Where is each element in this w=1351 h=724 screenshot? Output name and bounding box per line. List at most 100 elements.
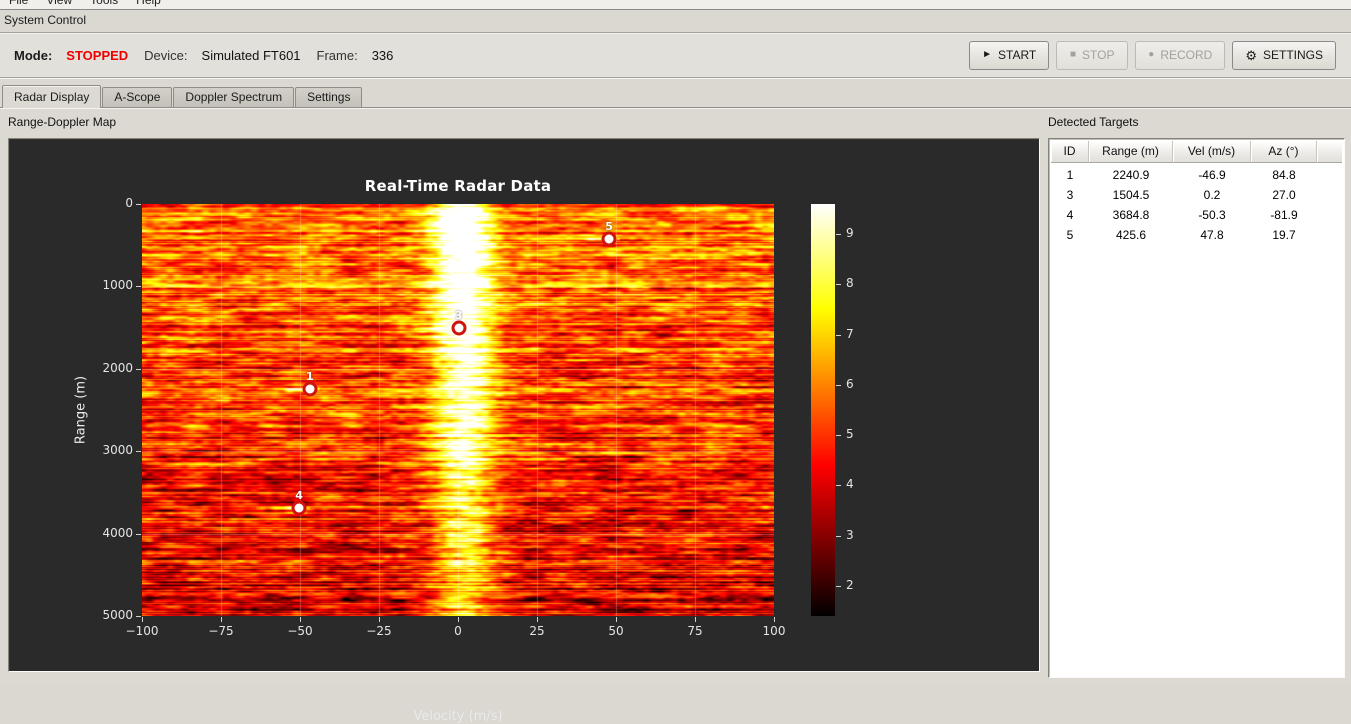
x-axis-label: Velocity (m/s) [413,709,503,724]
y-tick-label: 2000 [102,360,133,375]
tab-bar: Radar Display A-Scope Doppler Spectrum Sett… [0,85,1351,108]
tab-a-scope[interactable]: A-Scope [102,87,173,107]
menu-bar: File View Tools Help [0,0,1351,10]
x-tick-mark [616,617,617,622]
target-id-label: 1 [305,369,314,383]
colorbar-tick-mark [836,284,841,286]
tab-radar-display[interactable]: Radar Display [2,85,102,108]
y-tick-mark [136,204,141,205]
x-tick-label: 75 [687,624,703,638]
range-doppler-heatmap [142,204,774,616]
y-tick-label: 1000 [102,278,133,293]
settings-button[interactable]: ⚙ SETTINGS [1232,40,1336,70]
target-id-label: 4 [295,488,303,502]
menu-view[interactable]: View [37,0,81,9]
tab-settings[interactable]: Settings [295,87,363,107]
x-tick-label: −100 [125,624,159,638]
x-tick-label: −50 [287,624,313,638]
y-tick-mark [136,533,141,535]
colorbar-tick-mark [836,535,841,537]
frame-label: Frame: [316,47,358,63]
table-cell: -50.3 [1198,208,1226,222]
gear-icon: ⚙ [1245,47,1257,63]
y-tick-mark [136,368,141,370]
colorbar-tick-mark [836,435,841,437]
x-tick-mark [774,617,775,622]
button-label: STOP [1082,48,1115,62]
table-row[interactable]: 5 425.6 47.8 19.7 [1051,225,1342,245]
tab-doppler-spectrum[interactable]: Doppler Spectrum [173,87,295,107]
x-tick-mark [695,617,696,622]
table-row[interactable]: 3 1504.5 0.2 27.0 [1051,185,1342,205]
colorbar-tick-label: 5 [846,427,854,442]
colorbar-tick-label: 8 [846,276,854,291]
table-cell: 3684.8 [1112,208,1150,222]
menu-tools[interactable]: Tools [81,0,127,9]
x-tick-mark [537,617,538,622]
colorbar-tick-mark [836,384,841,386]
y-tick-mark [136,616,141,617]
y-tick-mark [136,286,141,288]
colorbar [811,204,835,616]
start-button[interactable]: ► START [969,40,1050,70]
stop-icon: ■ [1070,49,1077,60]
column-header-range-m[interactable]: Range (m) [1089,141,1173,163]
mode-value: STOPPED [66,47,129,63]
table-cell: 425.6 [1115,228,1147,242]
stop-button[interactable]: ■ STOP [1056,40,1129,70]
system-control-header: System Control [0,10,1351,32]
table-row[interactable]: 1 2240.9 -46.9 84.8 [1051,165,1342,185]
x-tick-label: −75 [208,624,234,638]
table-cell: 1 [1066,168,1074,182]
colorbar-tick-label: 3 [846,527,854,542]
table-row[interactable]: 4 3684.8 -50.3 -81.9 [1051,205,1342,225]
x-tick-label: 25 [529,624,545,638]
table-cell: 2240.9 [1112,168,1150,182]
status-readout: Mode: STOPPED Device: Simulated FT601 Fr… [0,48,393,63]
system-control-title: System Control [4,13,87,27]
button-label: RECORD [1160,48,1213,62]
table-cell: -81.9 [1270,208,1298,222]
button-label: START [998,48,1037,62]
column-header-id[interactable]: ID [1051,141,1089,163]
menu-help[interactable]: Help [127,0,170,9]
column-header-az[interactable]: Az (°) [1251,141,1317,163]
x-tick-label: 0 [454,624,462,638]
range-doppler-plot-panel: Real-Time Radar Data Velocity (m/s) Rang… [8,138,1040,724]
table-cell: 84.8 [1272,168,1296,182]
device-value: Simulated FT601 [201,47,301,63]
colorbar-tick-mark [836,234,841,236]
table-header-row: ID Range (m) Vel (m/s) Az (°) [1051,141,1342,163]
target-dot [601,231,617,247]
column-header-filler [1317,141,1342,163]
table-cell: 0.2 [1203,188,1221,202]
colorbar-tick-mark [836,334,841,336]
column-header-vel-m-s[interactable]: Vel (m/s) [1173,141,1251,163]
detected-targets-title: Detected Targets [1048,115,1139,129]
x-tick-mark [221,617,222,622]
colorbar-tick-mark [836,485,841,487]
record-button[interactable]: ● RECORD [1135,40,1226,70]
colorbar-tick-label: 4 [846,477,854,492]
x-tick-label: −25 [366,624,392,638]
system-control-box: Mode: STOPPED Device: Simulated FT601 Fr… [0,32,1351,78]
radar-figure: Real-Time Radar Data Velocity (m/s) Rang… [9,139,1039,724]
x-tick-label: 50 [608,624,624,638]
colorbar-tick-label: 7 [846,326,854,341]
plot-title: Real-Time Radar Data [364,177,552,195]
table-cell: 27.0 [1272,188,1296,202]
x-tick-mark [458,617,459,622]
table-cell: -46.9 [1198,168,1226,182]
record-icon: ● [1148,49,1155,60]
target-id-label: 3 [454,308,463,322]
range-doppler-map-title: Range-Doppler Map [8,115,117,129]
y-tick-label: 0 [125,196,133,210]
table-cell: 19.7 [1272,228,1296,242]
target-id-label: 5 [605,220,613,234]
table-cell: 5 [1066,228,1074,242]
table-cell: 1504.5 [1112,188,1150,202]
control-button-bar: ► START ■ STOP ● RECORD ⚙ SETTINGS [969,40,1336,70]
radar-display-pane: Range-Doppler Map Detected Targets Real-… [0,108,1351,724]
table-cell: 3 [1066,188,1074,202]
menu-file[interactable]: File [0,0,37,9]
